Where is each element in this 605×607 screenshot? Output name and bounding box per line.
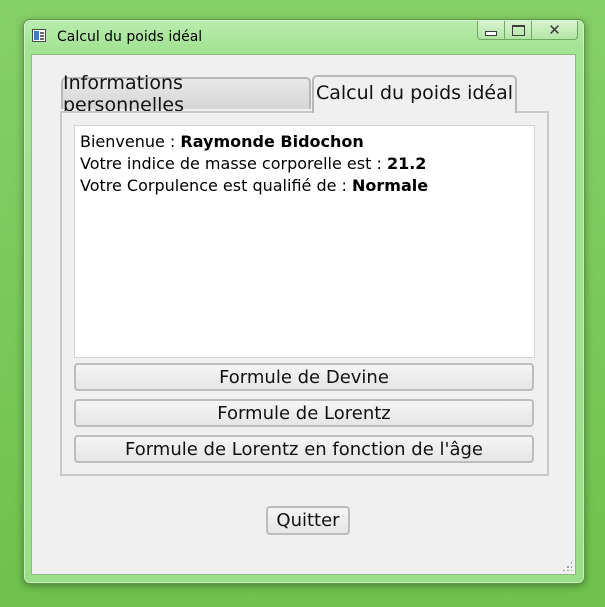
close-button[interactable]: ✕ (532, 21, 578, 40)
close-icon: ✕ (548, 20, 561, 39)
title-bar[interactable]: Calcul du poids idéal ✕ (24, 20, 584, 54)
bmi-value: 21.2 (386, 154, 427, 173)
formule-devine-button[interactable]: Formule de Devine (74, 363, 534, 391)
minimize-icon (485, 30, 497, 36)
welcome-line: Bienvenue : Raymonde Bidochon (80, 131, 529, 153)
info-text-box: Bienvenue : Raymonde Bidochon Votre indi… (74, 125, 535, 358)
welcome-label: Bienvenue : (80, 132, 181, 151)
user-name: Raymonde Bidochon (180, 132, 364, 151)
maximize-button[interactable] (505, 21, 532, 40)
resize-grip-icon[interactable] (562, 561, 572, 571)
bmi-label: Votre indice de masse corporelle est : (80, 154, 387, 173)
caption-buttons: ✕ (477, 21, 578, 41)
app-window: Calcul du poids idéal ✕ Informations per… (23, 19, 585, 584)
corpulence-label: Votre Corpulence est qualifié de : (80, 176, 353, 195)
tab-pane-calcul: Bienvenue : Raymonde Bidochon Votre indi… (60, 111, 549, 476)
formule-lorentz-button[interactable]: Formule de Lorentz (74, 399, 534, 427)
corpulence-value: Normale (352, 176, 429, 195)
app-form-icon[interactable] (32, 29, 46, 42)
client-area: Informations personnelles Calcul du poid… (31, 54, 576, 575)
tab-calcul-poids-ideal[interactable]: Calcul du poids idéal (312, 75, 517, 113)
window-title: Calcul du poids idéal (57, 29, 203, 45)
tab-informations-personnelles[interactable]: Informations personnelles (61, 72, 311, 116)
bmi-line: Votre indice de masse corporelle est : 2… (80, 153, 529, 175)
quit-button[interactable]: Quitter (266, 506, 350, 535)
minimize-button[interactable] (477, 21, 505, 40)
maximize-icon (511, 24, 525, 36)
formule-lorentz-age-button[interactable]: Formule de Lorentz en fonction de l'âge (74, 435, 534, 463)
corpulence-line: Votre Corpulence est qualifié de : Norma… (80, 175, 529, 197)
